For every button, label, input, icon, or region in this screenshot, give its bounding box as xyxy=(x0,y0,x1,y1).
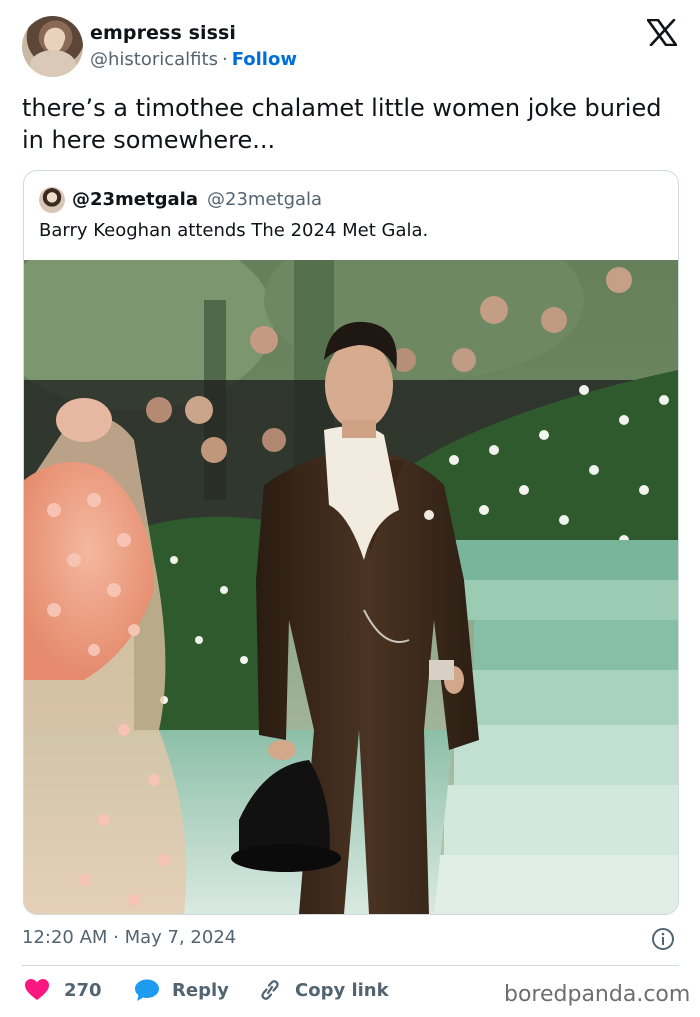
copy-link-label: Copy link xyxy=(295,979,389,1001)
tweet-text: there’s a timothee chalamet little women… xyxy=(22,94,662,154)
reply-button[interactable]: Reply xyxy=(134,976,229,1004)
avatar-face xyxy=(44,28,64,52)
copy-link-button[interactable]: Copy link xyxy=(257,976,389,1004)
like-count: 270 xyxy=(64,979,102,1001)
avatar-dress xyxy=(30,50,76,77)
author-avatar[interactable] xyxy=(22,16,83,77)
quoted-display-name[interactable]: @23metgala xyxy=(72,189,198,210)
tweet-card: empress sissi @historicalfits · Follow the… xyxy=(0,0,700,1017)
footer-divider xyxy=(22,965,679,966)
reply-bubble-icon xyxy=(135,979,159,1001)
quoted-handle[interactable]: @23metgala xyxy=(207,189,322,210)
tweet-timestamp[interactable]: 12:20 AM · May 7, 2024 xyxy=(22,927,236,948)
quoted-avatar[interactable] xyxy=(39,187,65,213)
source-watermark: boredpanda.com xyxy=(504,982,691,1007)
follow-button[interactable]: Follow xyxy=(232,49,297,70)
quoted-photo[interactable] xyxy=(24,260,678,914)
author-handle[interactable]: @historicalfits xyxy=(90,49,218,70)
quoted-text: Barry Keoghan attends The 2024 Met Gala. xyxy=(39,220,429,241)
handle-separator: · xyxy=(221,49,228,70)
x-logo-icon[interactable] xyxy=(647,19,677,46)
info-icon[interactable] xyxy=(651,927,675,951)
link-icon xyxy=(261,980,279,1000)
heart-icon xyxy=(25,979,49,1000)
author-display-name[interactable]: empress sissi xyxy=(90,22,236,44)
like-button[interactable]: 270 xyxy=(24,976,102,1004)
reply-label: Reply xyxy=(172,979,229,1001)
quoted-tweet[interactable]: @23metgala @23metgala Barry Keoghan atte… xyxy=(23,170,679,915)
author-handle-row: @historicalfits · Follow xyxy=(90,49,297,70)
